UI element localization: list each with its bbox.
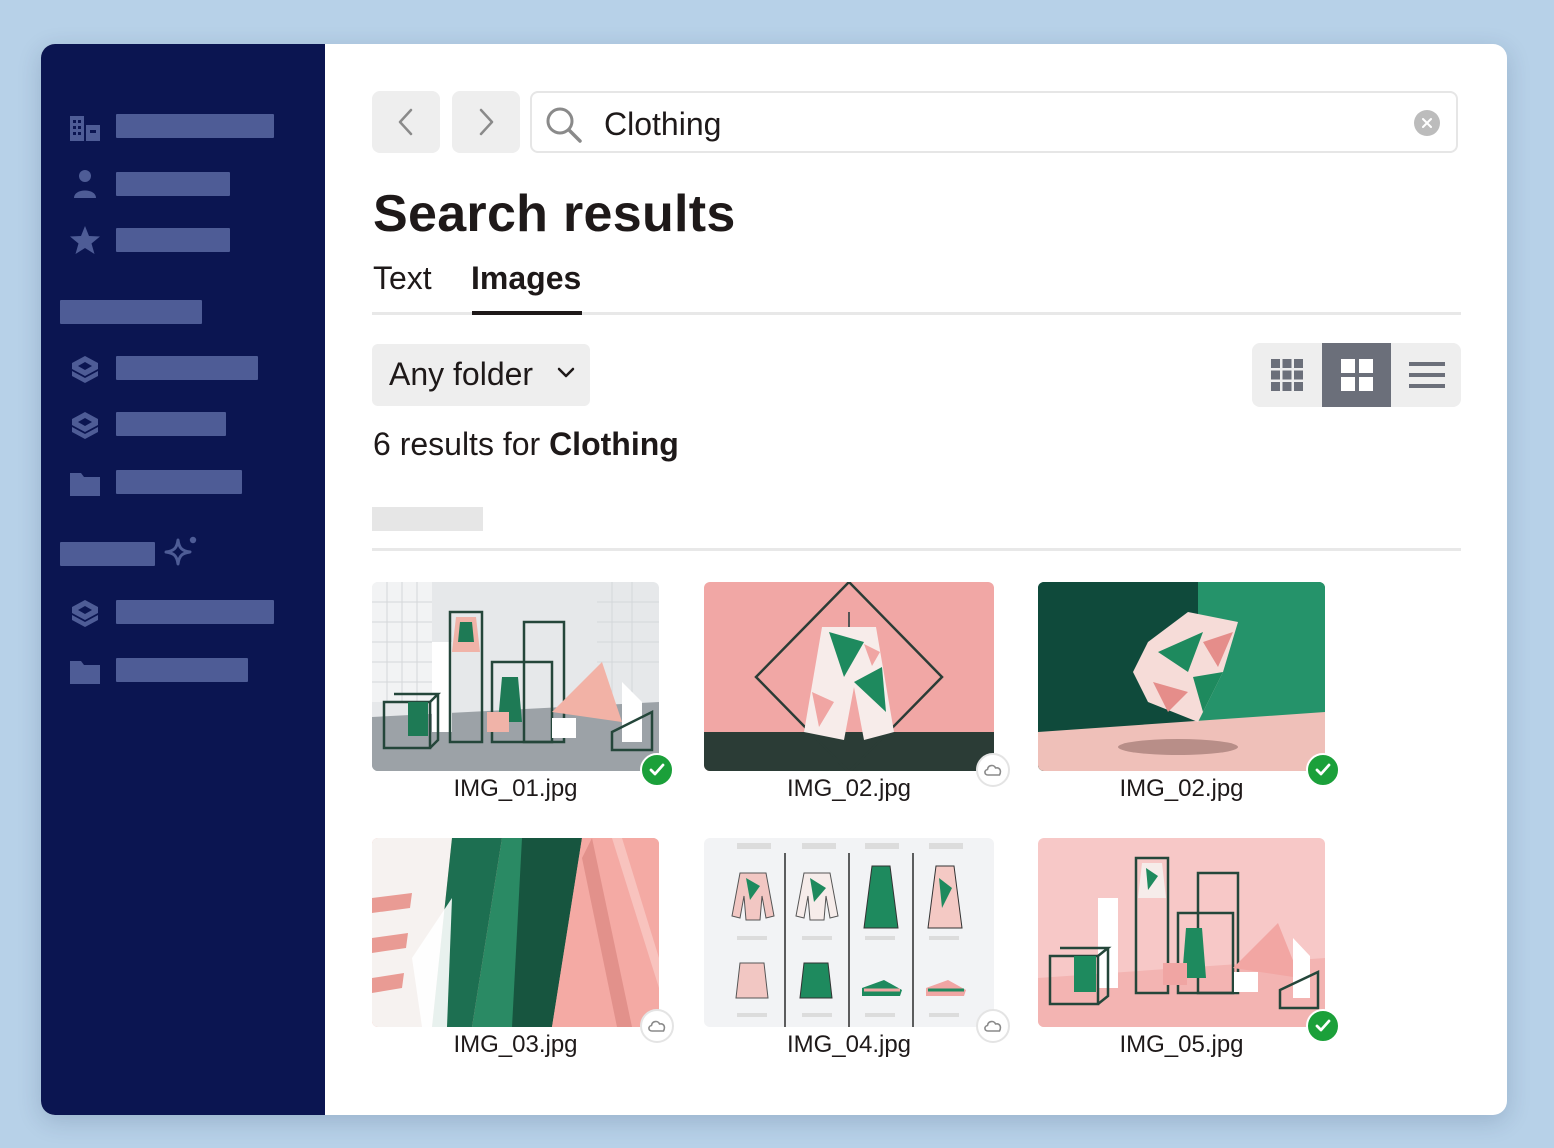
sidebar <box>41 44 325 1115</box>
small-grid-icon <box>1270 359 1303 391</box>
cloud-badge <box>640 1009 674 1043</box>
image-result[interactable]: IMG_05.jpg <box>1038 838 1340 1068</box>
image-filename: IMG_03.jpg <box>453 1031 578 1058</box>
divider <box>372 548 1461 551</box>
results-summary: 6 results for Clothing <box>373 426 679 463</box>
image-thumbnail <box>372 838 659 1027</box>
page-title: Search results <box>373 185 736 243</box>
shared-folder-icon <box>72 412 98 439</box>
results-count-text: 6 results for <box>373 426 550 462</box>
back-button[interactable] <box>372 91 440 153</box>
shared-folder-icon <box>72 600 98 627</box>
sidebar-item-folder[interactable] <box>65 466 277 498</box>
image-thumbnail <box>372 582 659 771</box>
view-small-grid-button[interactable] <box>1252 343 1321 407</box>
synced-badge <box>640 753 674 787</box>
sidebar-item-personal[interactable] <box>65 168 277 200</box>
image-filename: IMG_01.jpg <box>453 775 578 802</box>
folder-filter-label: Any folder <box>389 356 534 392</box>
clear-search-button[interactable] <box>1414 110 1440 136</box>
sidebar-item-label-placeholder <box>116 412 226 436</box>
chevron-down-icon <box>557 367 575 378</box>
view-list-button[interactable] <box>1392 343 1461 407</box>
image-result[interactable]: IMG_02.jpg <box>1038 582 1340 812</box>
cloud-icon <box>648 1020 666 1032</box>
sidebar-item-team[interactable] <box>65 110 277 142</box>
checkmark-icon <box>1315 1019 1331 1032</box>
app-window: Search results Text Images Any folder <box>41 44 1507 1115</box>
tab-images[interactable]: Images <box>471 260 581 297</box>
section-header-placeholder <box>372 507 483 531</box>
chevron-left-icon <box>398 108 413 136</box>
forward-button[interactable] <box>452 91 520 153</box>
sidebar-item-label-placeholder <box>116 228 230 252</box>
star-icon <box>70 226 100 254</box>
close-icon <box>1422 118 1432 128</box>
cloud-badge <box>976 1009 1010 1043</box>
tab-text[interactable]: Text <box>373 260 432 297</box>
search-input[interactable] <box>602 101 1386 147</box>
synced-badge <box>1306 753 1340 787</box>
search-icon <box>546 107 582 143</box>
folder-icon <box>70 473 100 496</box>
large-grid-icon <box>1340 359 1373 391</box>
sidebar-item-shared-folder[interactable] <box>65 408 277 440</box>
sidebar-item-starred[interactable] <box>65 224 277 256</box>
checkmark-icon <box>1315 763 1331 776</box>
image-result[interactable]: IMG_01.jpg <box>372 582 674 812</box>
sidebar-item-label-placeholder <box>116 470 242 494</box>
sidebar-item-label-placeholder <box>116 658 248 682</box>
image-filename: IMG_02.jpg <box>1119 775 1244 802</box>
image-filename: IMG_05.jpg <box>1119 1031 1244 1058</box>
results-query: Clothing <box>549 426 679 462</box>
checkmark-icon <box>649 763 665 776</box>
search-bar <box>530 91 1458 153</box>
cloud-icon <box>984 1020 1002 1032</box>
folder-filter-dropdown[interactable]: Any folder <box>372 344 590 406</box>
image-filename: IMG_02.jpg <box>786 775 912 802</box>
person-icon <box>74 170 96 198</box>
sidebar-item-label-placeholder <box>116 172 230 196</box>
folder-icon <box>70 661 100 684</box>
sparkle-icon <box>164 536 197 566</box>
image-result[interactable]: IMG_04.jpg <box>704 838 1010 1068</box>
image-result[interactable]: IMG_03.jpg <box>372 838 674 1068</box>
sidebar-section-header <box>60 300 202 324</box>
shared-folder-icon <box>72 356 98 383</box>
list-icon <box>1408 362 1445 388</box>
main-panel: Search results Text Images Any folder <box>325 44 1507 1115</box>
synced-badge <box>1306 1009 1340 1043</box>
chevron-right-icon <box>479 108 494 136</box>
cloud-badge <box>976 753 1010 787</box>
sidebar-item-label-placeholder <box>116 114 274 138</box>
sidebar-item-shared-folder[interactable] <box>65 352 277 384</box>
sidebar-section-header <box>60 542 155 566</box>
cloud-icon <box>984 764 1002 776</box>
sidebar-item-shared-folder[interactable] <box>65 596 277 628</box>
view-large-grid-button[interactable] <box>1322 343 1391 407</box>
image-thumbnail <box>1038 838 1325 1027</box>
image-thumbnail <box>1038 582 1325 771</box>
building-icon <box>70 116 100 141</box>
active-tab-indicator <box>472 311 582 315</box>
image-thumbnail <box>704 838 994 1027</box>
sidebar-item-label-placeholder <box>116 600 274 624</box>
image-filename: IMG_04.jpg <box>786 1031 912 1058</box>
sidebar-item-folder[interactable] <box>65 654 277 686</box>
result-tabs: Text Images <box>372 256 1461 315</box>
image-thumbnail <box>704 582 994 771</box>
sidebar-item-label-placeholder <box>116 356 258 380</box>
view-toggle <box>1252 343 1461 407</box>
image-result[interactable]: IMG_02.jpg <box>704 582 1010 812</box>
